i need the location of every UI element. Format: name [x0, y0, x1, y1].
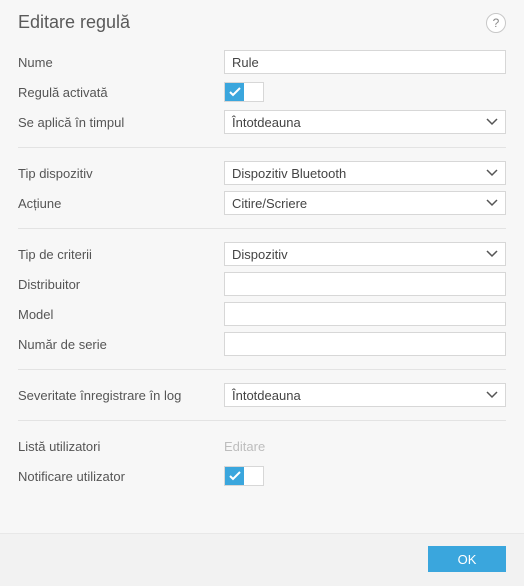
action-value: Citire/Scriere — [232, 196, 307, 211]
serial-input[interactable] — [224, 332, 506, 356]
row-name: Nume — [18, 47, 506, 77]
divider — [18, 228, 506, 229]
vendor-input[interactable] — [224, 272, 506, 296]
action-label: Acțiune — [18, 196, 224, 211]
edit-rule-dialog: Editare regulă ? Nume Regulă activată — [0, 0, 524, 586]
notify-user-label: Notificare utilizator — [18, 469, 224, 484]
help-button[interactable]: ? — [486, 13, 506, 33]
chevron-down-icon — [486, 118, 498, 126]
row-vendor: Distribuitor — [18, 269, 506, 299]
serial-label: Număr de serie — [18, 337, 224, 352]
device-type-label: Tip dispozitiv — [18, 166, 224, 181]
row-applies: Se aplică în timpul Întotdeauna — [18, 107, 506, 137]
enabled-label: Regulă activată — [18, 85, 224, 100]
divider — [18, 420, 506, 421]
criteria-type-value: Dispozitiv — [232, 247, 288, 262]
check-icon — [225, 83, 244, 101]
row-device-type: Tip dispozitiv Dispozitiv Bluetooth — [18, 158, 506, 188]
dialog-body: Nume Regulă activată Se aplică în timpul — [0, 43, 524, 533]
ok-button[interactable]: OK — [428, 546, 506, 572]
divider — [18, 369, 506, 370]
chevron-down-icon — [486, 199, 498, 207]
model-label: Model — [18, 307, 224, 322]
vendor-label: Distribuitor — [18, 277, 224, 292]
chevron-down-icon — [486, 169, 498, 177]
user-list-label: Listă utilizatori — [18, 439, 224, 454]
applies-value: Întotdeauna — [232, 115, 301, 130]
name-label: Nume — [18, 55, 224, 70]
device-type-value: Dispozitiv Bluetooth — [232, 166, 346, 181]
applies-label: Se aplică în timpul — [18, 115, 224, 130]
row-model: Model — [18, 299, 506, 329]
log-severity-select[interactable]: Întotdeauna — [224, 383, 506, 407]
model-input[interactable] — [224, 302, 506, 326]
dialog-header: Editare regulă ? — [0, 0, 524, 43]
row-action: Acțiune Citire/Scriere — [18, 188, 506, 218]
log-severity-value: Întotdeauna — [232, 388, 301, 403]
check-icon — [225, 467, 244, 485]
row-notify-user: Notificare utilizator — [18, 461, 506, 491]
notify-user-toggle[interactable] — [224, 466, 264, 486]
device-type-select[interactable]: Dispozitiv Bluetooth — [224, 161, 506, 185]
row-user-list: Listă utilizatori Editare — [18, 431, 506, 461]
action-select[interactable]: Citire/Scriere — [224, 191, 506, 215]
row-criteria-type: Tip de criterii Dispozitiv — [18, 239, 506, 269]
help-icon: ? — [493, 16, 500, 30]
row-enabled: Regulă activată — [18, 77, 506, 107]
dialog-footer: OK — [0, 533, 524, 586]
enabled-toggle[interactable] — [224, 82, 264, 102]
chevron-down-icon — [486, 250, 498, 258]
log-severity-label: Severitate înregistrare în log — [18, 388, 224, 403]
name-input[interactable] — [224, 50, 506, 74]
row-log-severity: Severitate înregistrare în log Întotdeau… — [18, 380, 506, 410]
criteria-type-label: Tip de criterii — [18, 247, 224, 262]
applies-select[interactable]: Întotdeauna — [224, 110, 506, 134]
chevron-down-icon — [486, 391, 498, 399]
row-serial: Număr de serie — [18, 329, 506, 359]
dialog-title: Editare regulă — [18, 12, 130, 33]
criteria-type-select[interactable]: Dispozitiv — [224, 242, 506, 266]
divider — [18, 147, 506, 148]
user-list-edit-link: Editare — [224, 439, 265, 454]
